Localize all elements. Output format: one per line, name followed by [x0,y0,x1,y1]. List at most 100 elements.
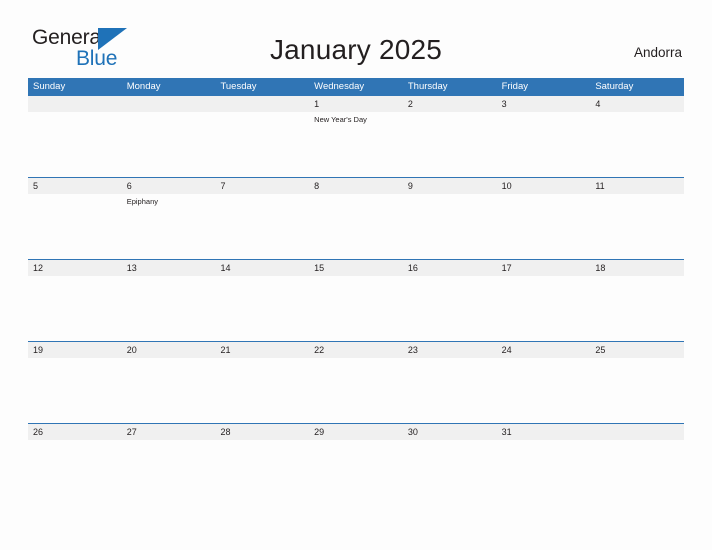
week-date-band: 1234 [28,96,684,112]
day-cell-body[interactable] [403,358,497,423]
calendar-week-row: 12 13 14 15 16 17 18 [28,259,684,341]
day-cell-body[interactable] [28,440,122,505]
day-cell-body[interactable] [215,358,309,423]
calendar-week-row: 1 2 3 4 New Year's Day [28,96,684,177]
day-number[interactable]: 23 [403,342,497,358]
day-number-empty [122,96,216,112]
weekday-header-tuesday: Tuesday [220,81,257,92]
day-number[interactable]: 31 [497,424,591,440]
day-cell-body[interactable]: Epiphany [122,194,216,259]
holiday-label: New Year's Day [314,115,367,124]
week-date-band: 19 20 21 22 23 24 25 [28,342,684,358]
day-number[interactable]: 19 [28,342,122,358]
page-header: General Blue January 2025 Andorra [0,0,712,69]
day-number[interactable]: 10 [497,178,591,194]
week-event-band: New Year's Day [28,112,684,177]
day-cell-body[interactable] [28,194,122,259]
day-number[interactable]: 18 [590,260,684,276]
day-number[interactable]: 1 [309,96,403,112]
week-date-band: 12 13 14 15 16 17 18 [28,260,684,276]
holiday-label: Epiphany [126,197,158,206]
day-number[interactable]: 24 [497,342,591,358]
day-cell-body[interactable] [215,194,309,259]
day-cell-body[interactable] [122,276,216,341]
day-cell-body[interactable] [403,276,497,341]
calendar-week-rows: 1 2 3 4 New Year's Day 5 6 7 8 9 10 11 Epiphany 12 13 1… [28,96,684,505]
day-cell-body[interactable] [309,358,403,423]
week-date-band: 5 6 7 8 9 10 11 [28,178,684,194]
day-number[interactable]: 20 [122,342,216,358]
day-number[interactable]: 9 [403,178,497,194]
day-cell-body[interactable] [309,440,403,505]
day-number[interactable]: 13 [122,260,216,276]
day-cell-body[interactable] [215,276,309,341]
calendar-grid: Sunday Monday Tuesday Wednesday Thursday Frid… [28,78,684,505]
day-number[interactable]: 28 [215,424,309,440]
day-cell-body[interactable] [403,440,497,505]
day-cell-body[interactable] [122,358,216,423]
day-number[interactable]: 7 [215,178,309,194]
day-cell-body[interactable] [28,358,122,423]
day-number[interactable]: 17 [497,260,591,276]
day-cell-body[interactable] [122,112,216,177]
day-cell-body[interactable] [403,112,497,177]
day-cell-body[interactable] [497,112,591,177]
day-number[interactable]: 22 [309,342,403,358]
day-cell-body[interactable] [215,440,309,505]
day-number[interactable]: 25 [590,342,684,358]
day-cell-body[interactable] [590,358,684,423]
week-date-band: 26 27 28 29 30 31 [28,424,684,440]
calendar-week-row: 5 6 7 8 9 10 11 Epiphany [28,177,684,259]
weekday-header-row: Sunday Monday Tuesday Wednesday Thursday Frid… [28,78,684,96]
day-number[interactable]: 15 [309,260,403,276]
calendar-week-row: 26 27 28 29 30 31 [28,423,684,505]
day-number[interactable]: 6 [122,178,216,194]
day-cell-body[interactable] [497,358,591,423]
day-number-empty [215,96,309,112]
day-number-empty [590,424,684,440]
day-cell-body[interactable] [122,440,216,505]
day-cell-body[interactable] [590,194,684,259]
week-event-band: Epiphany [28,194,684,259]
week-event-band [28,276,684,341]
weekday-header-thursday: Thursday [407,81,448,92]
calendar-week-row: 19 20 21 22 23 24 25 [28,341,684,423]
weekday-header-wednesday: Wednesday [314,81,365,92]
day-cell-body[interactable] [497,276,591,341]
day-cell-body[interactable] [497,194,591,259]
weekday-header-friday: Friday [501,81,528,92]
day-number[interactable]: 21 [215,342,309,358]
week-event-band [28,358,684,423]
weekday-header-monday: Monday [126,81,161,92]
day-cell-body[interactable] [590,112,684,177]
day-cell-body[interactable]: New Year's Day [309,112,403,177]
page-title: January 2025 [269,34,443,65]
day-number[interactable]: 4 [590,96,684,112]
location-label: Andorra [633,45,682,60]
day-number[interactable]: 5 [28,178,122,194]
day-number[interactable]: 11 [590,178,684,194]
week-event-band [28,440,684,505]
day-number-empty [28,96,122,112]
day-number[interactable]: 12 [28,260,122,276]
day-number[interactable]: 16 [403,260,497,276]
day-number[interactable]: 2 [403,96,497,112]
day-cell-body[interactable] [497,440,591,505]
day-cell-body[interactable] [590,276,684,341]
day-cell-body[interactable] [28,276,122,341]
day-number[interactable]: 26 [28,424,122,440]
day-cell-body[interactable] [590,440,684,505]
day-number[interactable]: 8 [309,178,403,194]
day-number[interactable]: 29 [309,424,403,440]
day-number[interactable]: 27 [122,424,216,440]
day-number[interactable]: 30 [403,424,497,440]
day-cell-body[interactable] [215,112,309,177]
day-number[interactable]: 14 [215,260,309,276]
day-number[interactable]: 3 [497,96,591,112]
day-cell-body[interactable] [309,194,403,259]
weekday-header-saturday: Saturday [595,81,634,92]
day-cell-body[interactable] [28,112,122,177]
weekday-header-sunday: Sunday [33,81,66,92]
day-cell-body[interactable] [403,194,497,259]
day-cell-body[interactable] [309,276,403,341]
